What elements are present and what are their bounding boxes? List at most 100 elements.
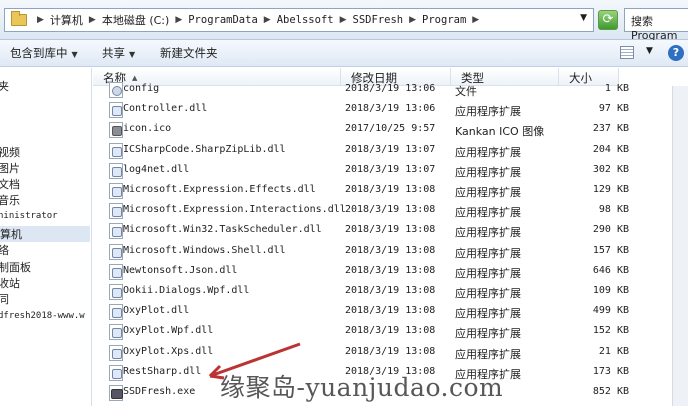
file-name: Controller.dll xyxy=(123,103,208,115)
breadcrumb-separator-icon[interactable]: ▶ xyxy=(264,15,271,25)
nav-item-computer[interactable]: 算机 xyxy=(0,226,90,242)
file-size: 21 KB xyxy=(598,345,629,357)
vertical-scrollbar[interactable] xyxy=(672,86,688,406)
file-size: 97 KB xyxy=(598,103,629,115)
share-label: 共享 xyxy=(102,46,125,60)
file-type: 应用程序扩展 xyxy=(455,266,521,280)
nav-item-control-panel[interactable]: 制面板 xyxy=(0,259,31,275)
dll-file-icon xyxy=(109,203,123,220)
file-date: 2018/3/19 13:06 xyxy=(345,103,436,115)
file-row[interactable]: log4net.dll 2018/3/19 13:07 应用程序扩展 302 KB xyxy=(93,161,688,181)
include-in-library-label: 包含到库中 xyxy=(10,46,68,60)
breadcrumb-programdata[interactable]: ProgramData xyxy=(188,14,258,26)
file-name: icon.ico xyxy=(123,123,172,135)
file-name: Microsoft.Expression.Interactions.dll xyxy=(123,204,346,216)
chevron-down-icon: ▼ xyxy=(71,50,78,59)
dll-file-icon xyxy=(109,142,123,159)
file-type: 文件 xyxy=(455,85,477,98)
share-button[interactable]: 共享 ▼ xyxy=(102,45,135,61)
file-type: 应用程序扩展 xyxy=(455,327,521,341)
file-size: 302 KB xyxy=(592,163,629,175)
file-type: Kankan ICO 图像 xyxy=(455,125,545,139)
nav-item-favorites[interactable]: 夹 xyxy=(0,78,9,94)
nav-item-recycle-bin[interactable]: 收站 xyxy=(0,275,20,291)
file-row[interactable]: icon.ico 2017/10/25 9:57 Kankan ICO 图像 237 … xyxy=(93,120,688,140)
address-dropdown-icon[interactable]: ▼ xyxy=(580,13,587,23)
breadcrumb-ssdfresh[interactable]: SSDFresh xyxy=(353,14,404,26)
breadcrumb-program[interactable]: Program xyxy=(422,14,466,26)
folder-icon xyxy=(11,11,27,26)
refresh-icon[interactable]: ⟳ xyxy=(598,10,618,30)
dll-file-icon xyxy=(109,102,123,119)
file-size: 852 KB xyxy=(592,386,629,397)
breadcrumb-separator-icon[interactable]: ▶ xyxy=(37,15,44,25)
file-date: 2018/3/19 13:08 xyxy=(345,204,436,216)
file-name: OxyPlot.Wpf.dll xyxy=(123,325,214,337)
include-in-library-button[interactable]: 包含到库中 ▼ xyxy=(10,45,78,61)
file-row[interactable]: Newtonsoft.Json.dll 2018/3/19 13:08 应用程序扩展… xyxy=(93,262,688,282)
file-row[interactable]: Microsoft.Win32.TaskScheduler.dll 2018/3/… xyxy=(93,221,688,241)
breadcrumb-separator-icon[interactable]: ▶ xyxy=(340,15,347,25)
file-type: 应用程序扩展 xyxy=(455,226,521,240)
dll-file-icon xyxy=(109,243,123,260)
nav-item-network[interactable]: 络 xyxy=(0,242,9,258)
file-row[interactable]: Controller.dll 2018/3/19 13:06 应用程序扩展 97 KB xyxy=(93,100,688,120)
view-options-icon[interactable] xyxy=(620,46,634,59)
breadcrumb-separator-icon[interactable]: ▶ xyxy=(89,15,96,25)
breadcrumb-separator-icon[interactable]: ▶ xyxy=(409,15,416,25)
breadcrumb-computer[interactable]: 计算机 xyxy=(50,12,83,28)
nav-item-sync[interactable]: 同 xyxy=(0,291,9,307)
file-date: 2018/3/19 13:08 xyxy=(345,285,436,296)
file-name: Microsoft.Win32.TaskScheduler.dll xyxy=(123,224,322,236)
file-size: 152 KB xyxy=(592,325,629,337)
file-date: 2018/3/19 13:08 xyxy=(345,305,436,317)
file-row[interactable]: OxyPlot.dll 2018/3/19 13:08 应用程序扩展 499 KB xyxy=(93,302,688,322)
file-size: 237 KB xyxy=(592,123,629,135)
file-size: 499 KB xyxy=(592,305,629,317)
watermark: 缘聚岛-yuanjudao.com xyxy=(220,373,504,402)
file-type: 应用程序扩展 xyxy=(455,307,521,321)
dll-file-icon xyxy=(109,344,123,361)
file-name: Newtonsoft.Json.dll xyxy=(123,264,238,276)
file-row[interactable]: Ookii.Dialogs.Wpf.dll 2018/3/19 13:08 应用程序… xyxy=(93,282,688,302)
nav-item-music[interactable]: 音乐 xyxy=(0,192,20,208)
search-input[interactable]: 搜索 Program xyxy=(624,8,688,42)
dll-file-icon xyxy=(109,162,123,179)
address-bar[interactable]: ▶ 计算机 ▶ 本地磁盘 (C:) ▶ ProgramData ▶ Abelss… xyxy=(4,8,594,32)
file-size: 173 KB xyxy=(592,365,629,377)
nav-item-administrator[interactable]: ninistrator xyxy=(0,211,58,221)
nav-item-videos[interactable]: 视频 xyxy=(0,144,20,160)
nav-item-pictures[interactable]: 图片 xyxy=(0,160,20,176)
file-row[interactable]: config 2018/3/19 13:06 文件 1 KB xyxy=(93,80,688,100)
file-name: Ookii.Dialogs.Wpf.dll xyxy=(123,285,250,296)
file-date: 2018/3/19 13:07 xyxy=(345,143,436,155)
dll-file-icon xyxy=(109,324,123,341)
file-row[interactable]: Microsoft.Expression.Interactions.dll 201… xyxy=(93,201,688,221)
file-type: 应用程序扩展 xyxy=(455,347,521,361)
file-size: 290 KB xyxy=(592,224,629,236)
file-date: 2018/3/19 13:08 xyxy=(345,224,436,236)
file-row[interactable]: Microsoft.Windows.Shell.dll 2018/3/19 13:… xyxy=(93,242,688,262)
file-date: 2018/3/19 13:06 xyxy=(345,83,436,94)
breadcrumb-abelssoft[interactable]: Abelssoft xyxy=(277,14,334,26)
file-name: Microsoft.Expression.Effects.dll xyxy=(123,184,316,195)
new-folder-button[interactable]: 新建文件夹 xyxy=(160,45,218,61)
file-row[interactable]: ICSharpCode.SharpZipLib.dll 2018/3/19 13:… xyxy=(93,141,688,161)
breadcrumb-separator-icon[interactable]: ▶ xyxy=(175,15,182,25)
file-type: 应用程序扩展 xyxy=(455,105,521,119)
chevron-down-icon: ▼ xyxy=(129,50,136,59)
view-dropdown-icon[interactable]: ▼ xyxy=(646,46,653,56)
nav-item-documents[interactable]: 文档 xyxy=(0,176,20,192)
file-size: 129 KB xyxy=(592,184,629,195)
breadcrumb-local-disk[interactable]: 本地磁盘 (C:) xyxy=(102,12,169,28)
file-type: 应用程序扩展 xyxy=(455,206,521,220)
nav-item-ssdfresh-folder[interactable]: dfresh2018-www.w xyxy=(0,311,85,321)
help-icon[interactable]: ? xyxy=(668,45,684,61)
file-size: 204 KB xyxy=(592,143,629,155)
file-row[interactable]: Microsoft.Expression.Effects.dll 2018/3/1… xyxy=(93,181,688,201)
dll-file-icon xyxy=(109,364,123,381)
dll-file-icon xyxy=(109,304,123,321)
breadcrumb-separator-icon[interactable]: ▶ xyxy=(472,15,479,25)
file-size: 109 KB xyxy=(592,285,629,296)
file-date: 2018/3/19 13:08 xyxy=(345,244,436,256)
